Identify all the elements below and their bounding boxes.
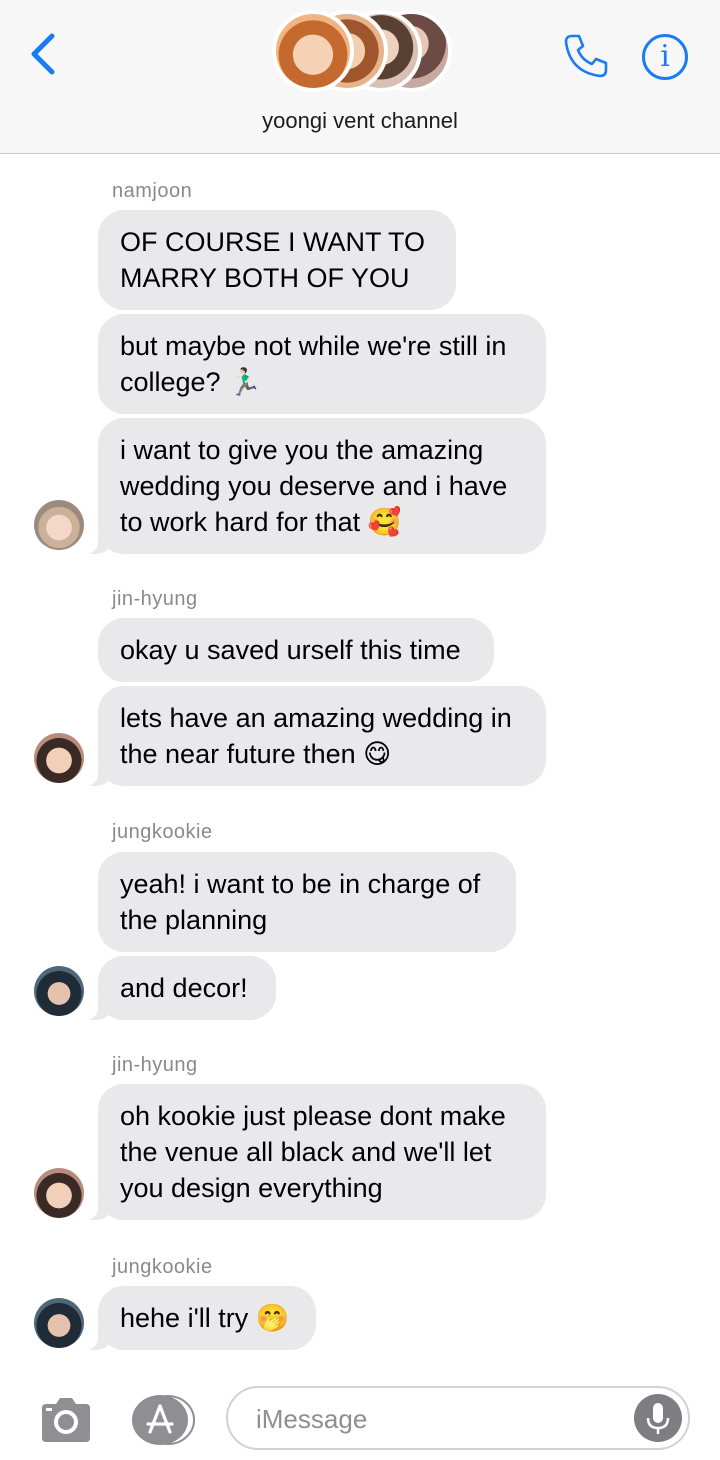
jungkook-avatar[interactable]	[34, 1298, 84, 1348]
conversation-title[interactable]: yoongi vent channel	[0, 108, 720, 134]
message-text: OF COURSE I WANT TO MARRY BOTH OF YOU	[120, 227, 426, 293]
sender-name: jungkookie	[112, 1256, 213, 1278]
message-bubble[interactable]: hehe i'll try 🤭	[84, 1286, 316, 1350]
jin-avatar[interactable]	[34, 733, 84, 783]
message-text: but maybe not while we're still in colle…	[120, 331, 507, 397]
message-bubble[interactable]: but maybe not while we're still in colle…	[98, 314, 546, 414]
chevron-left-icon[interactable]	[24, 30, 64, 78]
message-bubble[interactable]: yeah! i want to be in charge of the plan…	[98, 852, 516, 952]
message-text: oh kookie just please dont make the venu…	[120, 1101, 506, 1203]
message-text: hehe i'll try 🤭	[120, 1303, 290, 1333]
app-store-icon[interactable]	[130, 1394, 196, 1446]
sender-name: jungkookie	[112, 821, 213, 843]
message-text: lets have an amazing wedding in the near…	[120, 703, 512, 769]
sender-name: namjoon	[112, 180, 193, 202]
jin-avatar[interactable]	[34, 1168, 84, 1218]
message-text: and decor!	[120, 973, 248, 1003]
message-text: yeah! i want to be in charge of the plan…	[120, 869, 481, 935]
namjoon-avatar[interactable]	[34, 500, 84, 550]
imessage-input[interactable]: iMessage	[226, 1386, 690, 1450]
phone-icon[interactable]	[560, 30, 612, 82]
message-bubble[interactable]: lets have an amazing wedding in the near…	[84, 686, 546, 786]
sender-name: jin-hyung	[112, 588, 198, 610]
message-bubble[interactable]: okay u saved urself this time	[98, 618, 494, 682]
message-bubble[interactable]: oh kookie just please dont make the venu…	[84, 1084, 546, 1220]
group-avatars[interactable]	[272, 10, 452, 94]
jungkook-avatar[interactable]	[34, 966, 84, 1016]
sender-name: jin-hyung	[112, 1054, 198, 1076]
camera-icon[interactable]	[38, 1396, 94, 1444]
conversation-header: yoongi vent channel i	[0, 0, 720, 154]
message-text: i want to give you the amazing wedding y…	[120, 435, 508, 537]
microphone-icon[interactable]	[634, 1394, 682, 1442]
message-bubble[interactable]: and decor!	[84, 956, 276, 1020]
message-bubble[interactable]: i want to give you the amazing wedding y…	[84, 418, 546, 554]
info-button[interactable]: i	[642, 34, 688, 80]
group-avatar-1	[272, 10, 354, 92]
imessage-placeholder: iMessage	[256, 1404, 368, 1434]
message-text: okay u saved urself this time	[120, 635, 461, 665]
message-bubble[interactable]: OF COURSE I WANT TO MARRY BOTH OF YOU	[98, 210, 456, 310]
